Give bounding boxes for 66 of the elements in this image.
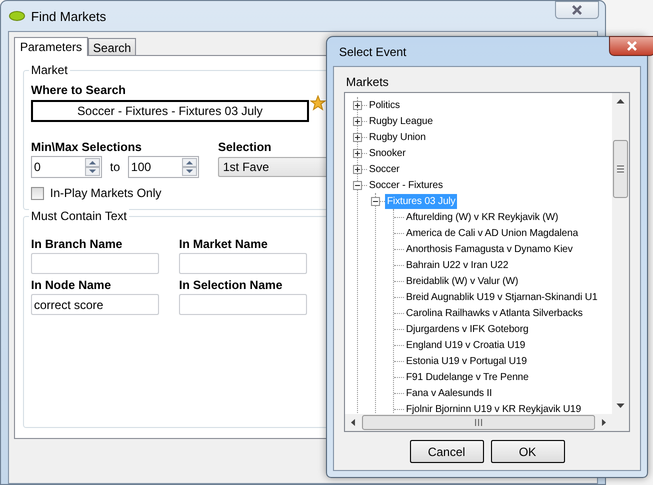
tree-item[interactable]: Estonia U19 v Portugal U19	[404, 354, 529, 368]
tree-item[interactable]: England U19 v Croatia U19	[404, 338, 528, 352]
app-icon	[9, 11, 25, 21]
tree-item[interactable]: Fana v Aalesunds II	[404, 386, 494, 400]
tree-item[interactable]: Fjolnir Bjorninn U19 v KR Reykjavik U19	[404, 402, 584, 414]
input-field[interactable]	[179, 294, 307, 315]
scrollbar[interactable]	[345, 414, 629, 431]
field-label: In Market Name	[179, 237, 269, 251]
expand-icon[interactable]	[353, 164, 362, 174]
tree-item[interactable]: Snooker	[367, 146, 408, 160]
tree-item[interactable]: Rugby League	[367, 114, 435, 128]
checkbox[interactable]	[31, 186, 44, 200]
collapse-icon[interactable]	[371, 196, 380, 206]
expand-icon[interactable]	[353, 148, 362, 158]
field-label: In Branch Name	[31, 237, 124, 251]
close-icon	[570, 5, 584, 15]
scrollbar[interactable]	[612, 93, 629, 414]
tree-item[interactable]: Soccer - Fixtures	[367, 178, 445, 192]
window-title: Find Markets	[31, 8, 108, 24]
spin-arrows-icon[interactable]	[182, 158, 198, 176]
scroll-thumb[interactable]	[362, 415, 596, 430]
where-to-search-field[interactable]: Soccer - Fixtures - Fixtures 03 July	[31, 100, 309, 122]
expand-icon[interactable]	[353, 100, 362, 110]
field-label: In Node Name	[31, 278, 112, 292]
dialog-title: Select Event	[338, 44, 408, 60]
tree-item[interactable]: Djurgardens v IFK Goteborg	[404, 322, 530, 336]
spin-box[interactable]: 100	[128, 156, 200, 178]
field-label: Where to Search	[31, 83, 127, 97]
tree-item[interactable]: Anorthosis Famagusta v Dynamo Kiev	[404, 242, 575, 256]
expand-icon[interactable]	[353, 132, 362, 142]
tab[interactable]: Search	[88, 38, 136, 55]
checkbox-label: In-Play Markets Only	[50, 186, 162, 200]
tree-item[interactable]: F91 Dudelange v Tre Penne	[404, 370, 531, 384]
tab[interactable]: Parameters	[14, 37, 88, 56]
tree-item[interactable]: Afturelding (W) v KR Reykjavik (W)	[404, 210, 560, 224]
tree-item[interactable]: Breidablik (W) v Valur (W)	[404, 274, 520, 288]
field-label: In Selection Name	[179, 278, 284, 292]
collapse-icon[interactable]	[353, 180, 362, 190]
input-field[interactable]	[179, 253, 307, 274]
spin-box[interactable]: 0	[31, 156, 102, 178]
tree-item[interactable]: Politics	[367, 98, 402, 112]
scroll-up-icon[interactable]	[616, 98, 625, 104]
dialog-button[interactable]: Cancel	[410, 440, 484, 463]
input-field[interactable]: correct score	[31, 294, 159, 315]
dialog-button[interactable]: OK	[490, 440, 564, 463]
group-title: Must Contain Text	[29, 209, 129, 223]
input-field[interactable]	[31, 253, 159, 274]
tree-label: Markets	[346, 75, 390, 89]
tree-item[interactable]: Breid Augnablik U19 v Stjarnan-Skinandi U1	[404, 290, 600, 304]
tree-item[interactable]: Bahrain U22 v Iran U22	[404, 258, 510, 272]
field-label: Selection	[218, 140, 272, 154]
tree-item[interactable]: Rugby Union	[367, 130, 428, 144]
close-icon	[625, 41, 639, 51]
expand-icon[interactable]	[353, 116, 362, 126]
spin-arrows-icon[interactable]	[85, 158, 100, 176]
field-label: Min\Max Selections	[31, 140, 143, 154]
tree-item[interactable]: Soccer	[367, 162, 402, 176]
tree-item[interactable]: America de Cali v AD Union Magdalena	[404, 226, 580, 240]
group-title: Market	[29, 63, 70, 77]
tree-item[interactable]: Carolina Railhawks v Atlanta Silverbacks	[404, 306, 585, 320]
close-button[interactable]	[609, 36, 653, 56]
to-label: to	[110, 160, 120, 174]
star-icon[interactable]	[310, 95, 326, 111]
close-button[interactable]	[555, 1, 599, 19]
scroll-thumb[interactable]	[613, 140, 628, 198]
scroll-down-icon[interactable]	[616, 403, 625, 409]
